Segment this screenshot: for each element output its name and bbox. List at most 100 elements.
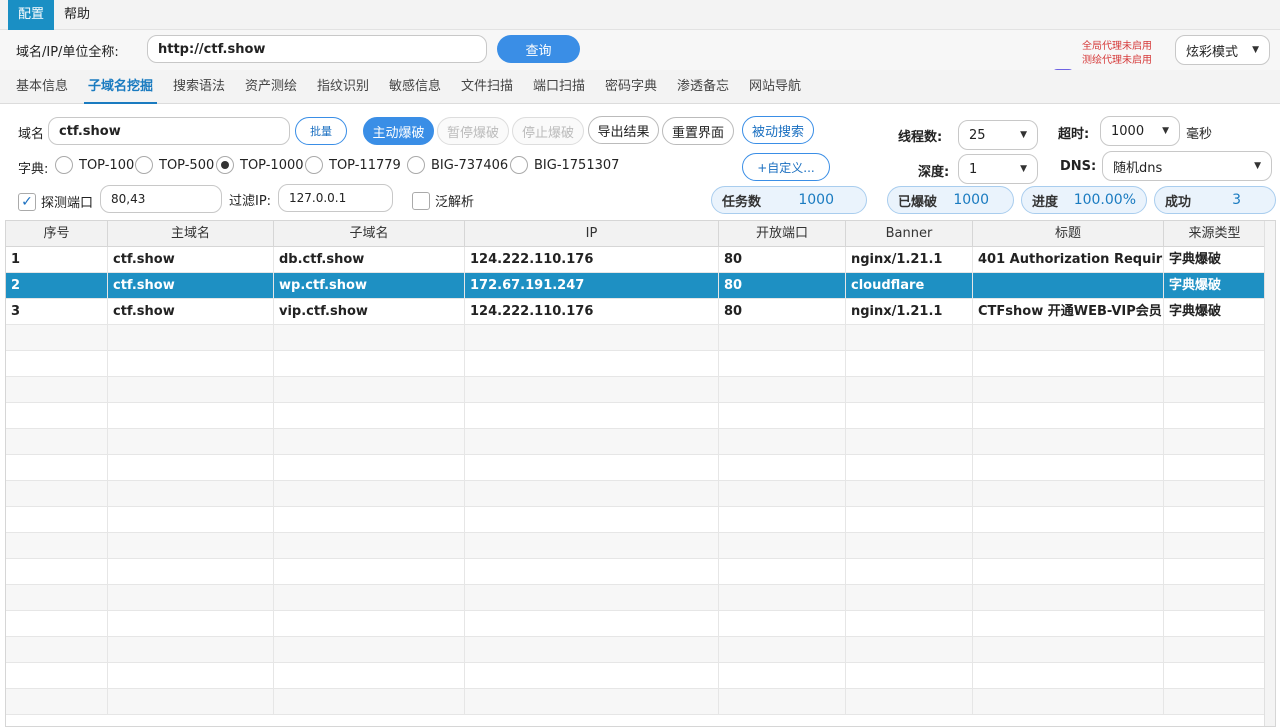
table-cell [1164,377,1266,403]
threads-select[interactable]: 25 ▼ [958,120,1038,150]
table-cell: CTFshow 开通WEB-VIP会员 [973,299,1164,325]
table-cell [846,689,973,715]
tab-port-scan[interactable]: 端口扫描 [525,70,593,104]
table-cell [465,689,719,715]
tab-subdomain[interactable]: 子域名挖掘 [80,70,161,104]
col-banner[interactable]: Banner [846,221,973,247]
timeout-select[interactable]: 1000 ▼ [1100,116,1180,146]
tab-basic-info[interactable]: 基本信息 [8,70,76,104]
query-button[interactable]: 查询 [497,35,580,63]
tab-fingerprint[interactable]: 指纹识别 [309,70,377,104]
progress-stat: 进度 100.00% [1021,186,1147,214]
dns-value: 随机dns [1113,160,1163,176]
table-cell [6,559,108,585]
active-brute-button[interactable]: 主动爆破 [363,117,434,145]
timeout-value: 1000 [1111,123,1145,139]
custom-dict-button[interactable]: +自定义... [742,153,830,181]
wildcard-checkbox[interactable]: 泛解析 [412,191,474,210]
tab-asset-mapping[interactable]: 资产测绘 [237,70,305,104]
table-cell [846,559,973,585]
radio-top-500[interactable]: TOP-500 [135,156,214,174]
col-open-ports[interactable]: 开放端口 [719,221,846,247]
table-cell [6,481,108,507]
tab-site-nav[interactable]: 网站导航 [741,70,809,104]
table-cell [719,377,846,403]
table-cell [973,429,1164,455]
col-index[interactable]: 序号 [6,221,108,247]
table-cell [1164,429,1266,455]
table-cell: ctf.show [108,299,274,325]
table-row[interactable]: 3 ctf.show vip.ctf.show 124.222.110.176 80 ng… [6,299,1266,325]
col-main-domain[interactable]: 主域名 [108,221,274,247]
table-row-empty [6,377,1266,403]
table-cell [6,429,108,455]
table-cell [108,663,274,689]
tab-file-scan[interactable]: 文件扫描 [453,70,521,104]
table-cell [465,663,719,689]
tab-pentest-notes[interactable]: 渗透备忘 [669,70,737,104]
table-cell [719,533,846,559]
radio-top-1000[interactable]: TOP-1000 [216,156,304,174]
success-stat: 成功 3 [1154,186,1276,214]
table-cell: ctf.show [108,273,274,299]
domain-input[interactable]: ctf.show [48,117,290,145]
table-cell [973,507,1164,533]
passive-search-button[interactable]: 被动搜索 [742,116,814,144]
batch-button[interactable]: 批量 [295,117,347,145]
radio-big-737406[interactable]: BIG-737406 [407,156,508,174]
table-cell: nginx/1.21.1 [846,299,973,325]
search-input[interactable]: http://ctf.show [147,35,487,63]
col-title[interactable]: 标题 [973,221,1164,247]
radio-top-11779[interactable]: TOP-11779 [305,156,401,174]
menu-config[interactable]: 配置 [8,0,55,30]
menu-help[interactable]: 帮助 [54,0,100,30]
radio-label: TOP-11779 [329,157,401,173]
radio-top-100[interactable]: TOP-100 [55,156,134,174]
export-button[interactable]: 导出结果 [588,116,659,144]
table-cell [465,559,719,585]
radio-label: TOP-1000 [240,157,304,173]
tab-password-dict[interactable]: 密码字典 [597,70,665,104]
vertical-scrollbar[interactable] [1264,221,1275,726]
table-cell [719,637,846,663]
ports-input[interactable]: 80,43 [100,185,222,213]
table-cell: nginx/1.21.1 [846,247,973,273]
table-cell [6,585,108,611]
table-cell [1164,559,1266,585]
probe-port-checkbox[interactable]: ✓ 探测端口 [18,192,93,211]
tab-search-syntax[interactable]: 搜索语法 [165,70,233,104]
table-cell [846,403,973,429]
table-row[interactable]: 2 ctf.show wp.ctf.show 172.67.191.247 80 clou… [6,273,1266,299]
table-cell [973,377,1164,403]
table-cell [1164,533,1266,559]
table-cell [6,507,108,533]
table-cell [6,403,108,429]
col-source[interactable]: 来源类型 [1164,221,1266,247]
table-cell [719,351,846,377]
col-subdomain[interactable]: 子域名 [274,221,465,247]
stop-brute-button[interactable]: 停止爆破 [512,117,584,145]
radio-big-1751307[interactable]: BIG-1751307 [510,156,619,174]
table-cell [108,611,274,637]
table-cell: ctf.show [108,247,274,273]
table-cell [719,559,846,585]
checkmark-icon: ✓ [18,192,36,211]
table-row[interactable]: 1 ctf.show db.ctf.show 124.222.110.176 80 ngi… [6,247,1266,273]
dns-select[interactable]: 随机dns ▼ [1102,151,1272,181]
tab-sensitive-info[interactable]: 敏感信息 [381,70,449,104]
pause-brute-button[interactable]: 暂停爆破 [437,117,509,145]
table-cell [719,481,846,507]
table-cell [973,455,1164,481]
table-cell: 80 [719,273,846,299]
timeout-unit: 毫秒 [1186,127,1213,142]
col-ip[interactable]: IP [465,221,719,247]
theme-value: 炫彩模式 [1186,44,1239,60]
depth-select[interactable]: 1 ▼ [958,154,1038,184]
table-cell [6,325,108,351]
filter-ip-input[interactable]: 127.0.0.1 [278,184,393,212]
theme-select[interactable]: 炫彩模式 ▼ [1175,35,1270,65]
table-cell [973,585,1164,611]
table-cell [846,325,973,351]
reset-button[interactable]: 重置界面 [662,117,734,145]
radio-label: TOP-100 [79,157,135,173]
